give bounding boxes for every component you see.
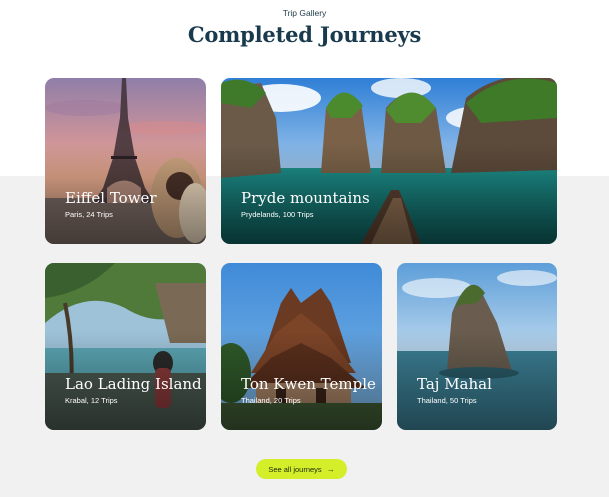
journey-card-pryde-mountains[interactable]: Pryde mountains Prydelands, 100 Trips <box>221 78 557 244</box>
card-subtitle: Thailand, 20 Trips <box>241 396 301 405</box>
card-title: Eiffel Tower <box>65 189 157 207</box>
card-subtitle: Paris, 24 Trips <box>65 210 113 219</box>
journey-card-eiffel-tower[interactable]: Eiffel Tower Paris, 24 Trips <box>45 78 206 244</box>
card-subtitle: Thailand, 50 Trips <box>417 396 477 405</box>
page-title: Completed Journeys <box>187 22 422 47</box>
journey-card-lao-lading-island[interactable]: Lao Lading Island Krabal, 12 Trips <box>45 263 206 430</box>
card-title: Pryde mountains <box>241 189 370 207</box>
arrow-right-icon: → <box>326 464 335 474</box>
journey-card-ton-kwen-temple[interactable]: Ton Kwen Temple Thailand, 20 Trips <box>221 263 382 430</box>
section-eyebrow: Trip Gallery <box>282 8 327 18</box>
card-subtitle: Prydelands, 100 Trips <box>241 210 314 219</box>
journey-card-taj-mahal[interactable]: Taj Mahal Thailand, 50 Trips <box>397 263 557 430</box>
card-title: Taj Mahal <box>417 375 492 393</box>
card-title: Lao Lading Island <box>65 375 202 393</box>
card-title: Ton Kwen Temple <box>241 375 376 393</box>
see-all-journeys-button[interactable]: See all journeys → <box>256 459 347 479</box>
card-subtitle: Krabal, 12 Trips <box>65 396 118 405</box>
see-all-journeys-label: See all journeys <box>268 464 322 474</box>
